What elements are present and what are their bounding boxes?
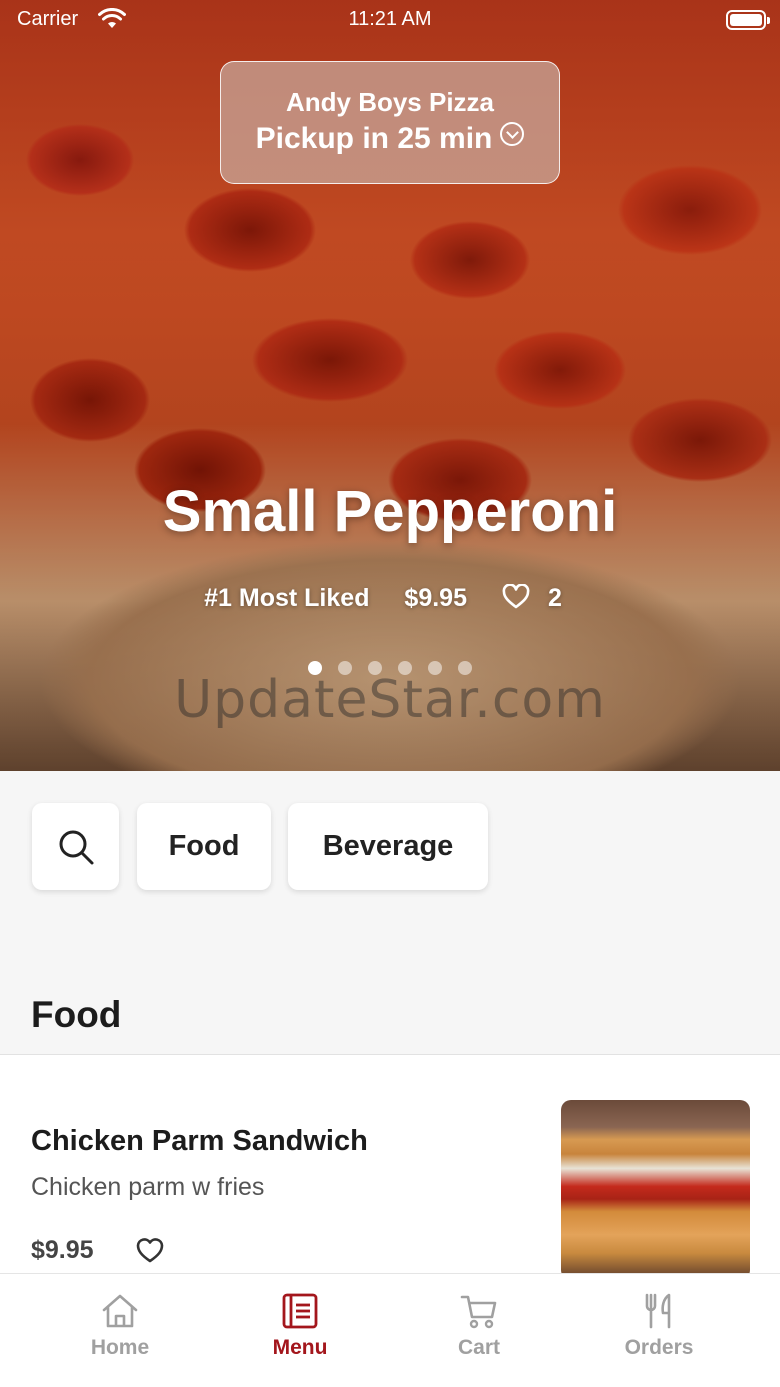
search-icon [59, 830, 93, 865]
battery-icon [726, 10, 770, 30]
store-name: Andy Boys Pizza [285, 87, 495, 117]
home-icon [102, 1294, 138, 1328]
featured-price: $9.95 [404, 584, 467, 612]
featured-like-button[interactable]: 2 [502, 584, 576, 613]
featured-item-title: Small Pepperoni [162, 479, 618, 544]
hero-banner[interactable]: Carrier 11:21 AM Andy Boys Pizza Pickup … [0, 0, 780, 771]
heart-icon [502, 584, 530, 609]
heart-icon[interactable] [135, 1236, 165, 1264]
section-title: Food [31, 994, 122, 1035]
pickup-eta-label: Pickup in 25 min [255, 122, 493, 155]
tab-home-label: Home [90, 1336, 150, 1359]
cart-icon [460, 1295, 497, 1329]
pickup-eta: Pickup in 25 min [221, 122, 559, 156]
menu-item-description: Chicken parm w fries [31, 1173, 265, 1201]
featured-like-count: 2 [547, 584, 562, 612]
pickup-selector[interactable]: Andy Boys Pizza Pickup in 25 min [220, 61, 560, 184]
menu-item-photo [561, 1100, 750, 1280]
tab-menu-label: Menu [272, 1336, 328, 1359]
menu-item-name: Chicken Parm Sandwich [31, 1125, 368, 1157]
status-bar: Carrier 11:21 AM [0, 0, 780, 40]
menu-item-price: $9.95 [31, 1236, 94, 1264]
featured-rank: #1 Most Liked [204, 584, 370, 612]
watermark: UpdateStar.com [174, 670, 606, 730]
tab-bar: Home Menu Cart Orders [0, 1273, 780, 1387]
tab-menu[interactable]: Menu [210, 1292, 390, 1360]
clock: 11:21 AM [348, 8, 432, 30]
fork-knife-icon [645, 1293, 671, 1329]
chevron-down-circle-icon [500, 122, 525, 146]
tab-orders-label: Orders [624, 1336, 694, 1359]
menu-icon [282, 1293, 318, 1329]
category-food-button[interactable]: Food [137, 803, 271, 890]
category-beverage-button[interactable]: Beverage [288, 803, 488, 890]
featured-item-meta: #1 Most Liked $9.95 2 [0, 584, 780, 613]
tab-orders[interactable]: Orders [569, 1292, 749, 1360]
menu-item[interactable]: Chicken Parm Sandwich Chicken parm w fri… [0, 1055, 780, 1295]
tab-home[interactable]: Home [30, 1292, 210, 1360]
search-button[interactable] [32, 803, 119, 890]
tab-cart[interactable]: Cart [389, 1292, 569, 1360]
tab-cart-label: Cart [457, 1336, 500, 1359]
